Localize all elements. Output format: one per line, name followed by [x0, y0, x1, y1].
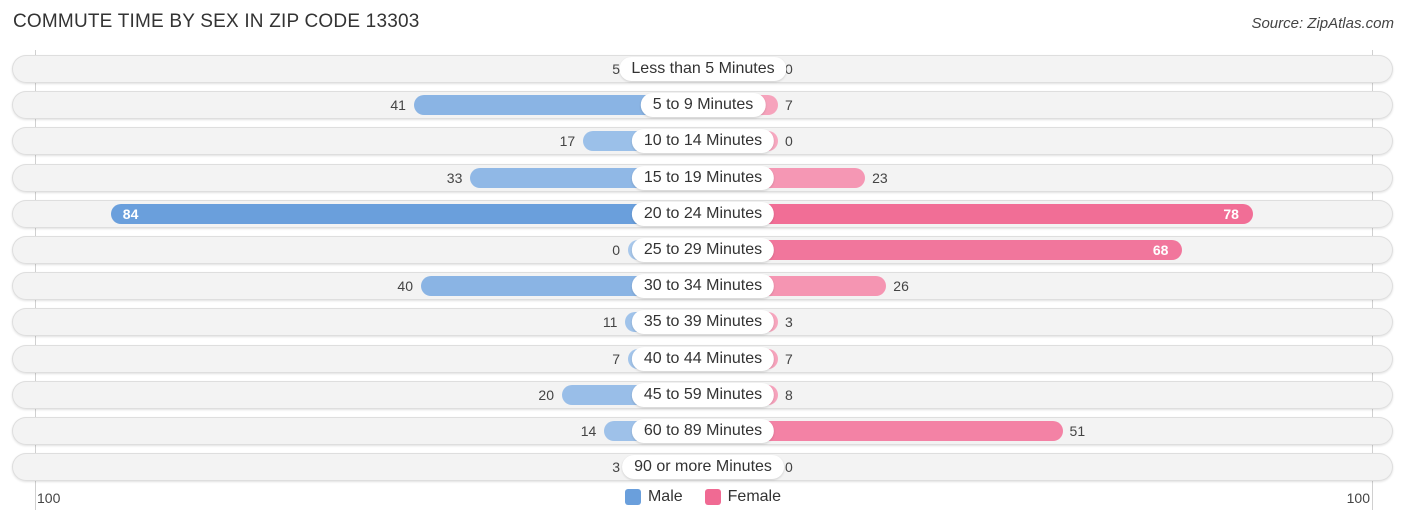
- category-label: 25 to 29 Minutes: [631, 238, 775, 262]
- value-label-female: 7: [785, 350, 793, 367]
- value-label-male: 40: [397, 278, 413, 295]
- value-label-male: 33: [446, 169, 463, 186]
- legend: Male Female: [0, 488, 1406, 506]
- category-label: 20 to 24 Minutes: [631, 201, 775, 226]
- category-label: 90 or more Minutes: [622, 455, 784, 480]
- category-label: 45 to 59 Minutes: [631, 382, 775, 407]
- value-label-female: 78: [1223, 205, 1239, 222]
- value-label-male: 14: [580, 423, 597, 439]
- category-label: 15 to 19 Minutes: [631, 165, 775, 190]
- category-label: 30 to 34 Minutes: [631, 274, 775, 299]
- value-label-male: 7: [612, 350, 620, 367]
- value-label-male: 11: [602, 314, 618, 331]
- legend-swatch-female: [704, 489, 721, 505]
- category-label: Less than 5 Minutes: [619, 57, 787, 81]
- value-label-male: 17: [559, 133, 576, 150]
- value-label-female: 3: [785, 314, 793, 331]
- category-label: 10 to 14 Minutes: [631, 129, 775, 154]
- chart-area: 5 0 Less than 5 Minutes 41 7 5 to 9 Minutes 17…: [0, 0, 1406, 523]
- legend-label-female: Female: [727, 488, 782, 505]
- value-label-male: 84: [122, 205, 139, 222]
- value-label-female: 23: [872, 169, 888, 186]
- category-label: 60 to 89 Minutes: [631, 419, 775, 443]
- value-label-male: 0: [612, 242, 620, 258]
- legend-label-male: Male: [647, 488, 683, 505]
- value-label-female: 68: [1152, 242, 1169, 258]
- bar-male: [110, 203, 703, 224]
- legend-item-male: Male: [624, 488, 683, 506]
- value-label-female: 51: [1069, 423, 1086, 439]
- value-label-male: 20: [538, 386, 554, 403]
- value-label-male: 3: [612, 459, 620, 476]
- legend-item-female: Female: [704, 488, 782, 506]
- value-label-female: 0: [785, 133, 793, 150]
- bar-female: [703, 240, 1183, 260]
- legend-swatch-male: [624, 489, 641, 505]
- category-label: 35 to 39 Minutes: [631, 310, 775, 335]
- value-label-male: 41: [390, 97, 406, 114]
- value-label-female: 26: [893, 278, 909, 295]
- value-label-female: 0: [785, 459, 793, 476]
- bar-female: [703, 203, 1253, 224]
- category-label: 5 to 9 Minutes: [640, 93, 766, 118]
- value-label-female: 7: [785, 97, 793, 114]
- category-label: 40 to 44 Minutes: [631, 346, 775, 371]
- value-label-female: 8: [785, 386, 793, 403]
